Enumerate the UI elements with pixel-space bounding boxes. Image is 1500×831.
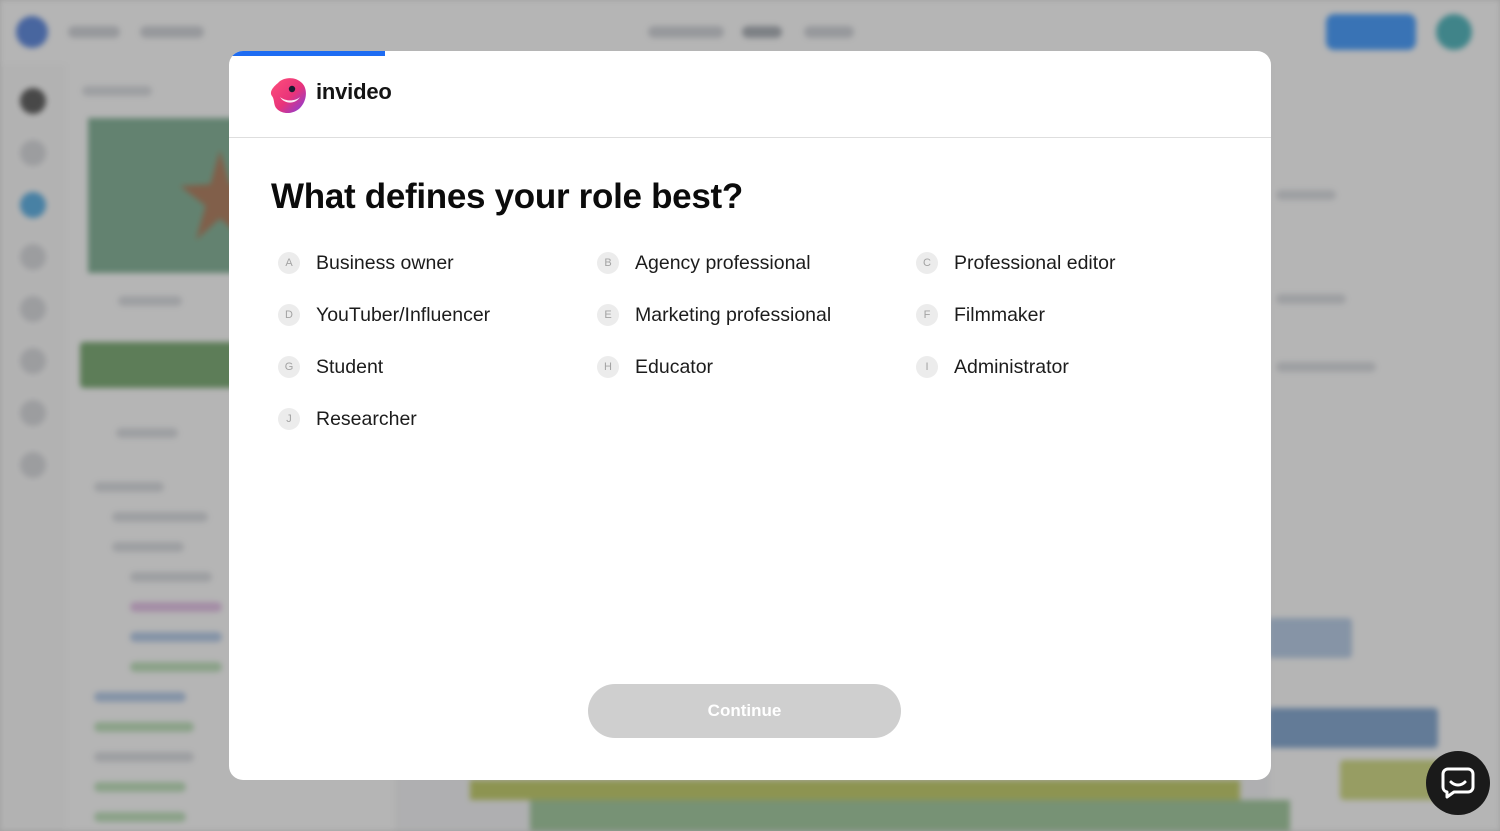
option-label: Student [316, 355, 384, 378]
option-key-badge: F [916, 304, 938, 326]
option-label: Professional editor [954, 251, 1116, 274]
option-key-badge: I [916, 356, 938, 378]
option-key-badge: C [916, 252, 938, 274]
role-option-g[interactable]: G Student [276, 351, 595, 383]
option-key-badge: J [278, 408, 300, 430]
option-key-badge: A [278, 252, 300, 274]
role-survey-modal: invideo What defines your role best? A Bu… [229, 51, 1271, 780]
question-heading: What defines your role best? [271, 177, 743, 216]
option-label: Marketing professional [635, 303, 832, 326]
option-label: Agency professional [635, 251, 811, 274]
option-key-badge: D [278, 304, 300, 326]
option-key-badge: G [278, 356, 300, 378]
role-option-i[interactable]: I Administrator [914, 351, 1233, 383]
role-options-grid: A Business owner B Agency professional C Prof… [276, 247, 1236, 455]
role-option-j[interactable]: J Researcher [276, 403, 595, 435]
option-key-badge: B [597, 252, 619, 274]
role-option-c[interactable]: C Professional editor [914, 247, 1233, 279]
invideo-logo-icon [270, 78, 306, 114]
option-label: YouTuber/Influencer [316, 303, 491, 326]
option-key-badge: E [597, 304, 619, 326]
role-option-d[interactable]: D YouTuber/Influencer [276, 299, 595, 331]
chat-launcher-button[interactable] [1426, 751, 1490, 815]
role-option-h[interactable]: H Educator [595, 351, 914, 383]
brand-name: invideo [316, 79, 392, 104]
role-option-a[interactable]: A Business owner [276, 247, 595, 279]
option-label: Filmmaker [954, 303, 1045, 326]
option-label: Educator [635, 355, 714, 378]
option-key-badge: H [597, 356, 619, 378]
role-option-e[interactable]: E Marketing professional [595, 299, 914, 331]
role-option-f[interactable]: F Filmmaker [914, 299, 1233, 331]
option-label: Researcher [316, 407, 417, 430]
role-option-b[interactable]: B Agency professional [595, 247, 914, 279]
option-label: Business owner [316, 251, 454, 274]
continue-button[interactable]: Continue [588, 684, 901, 738]
option-label: Administrator [954, 355, 1069, 378]
chat-bubble-icon [1441, 767, 1475, 799]
modal-header: invideo [229, 51, 1271, 138]
